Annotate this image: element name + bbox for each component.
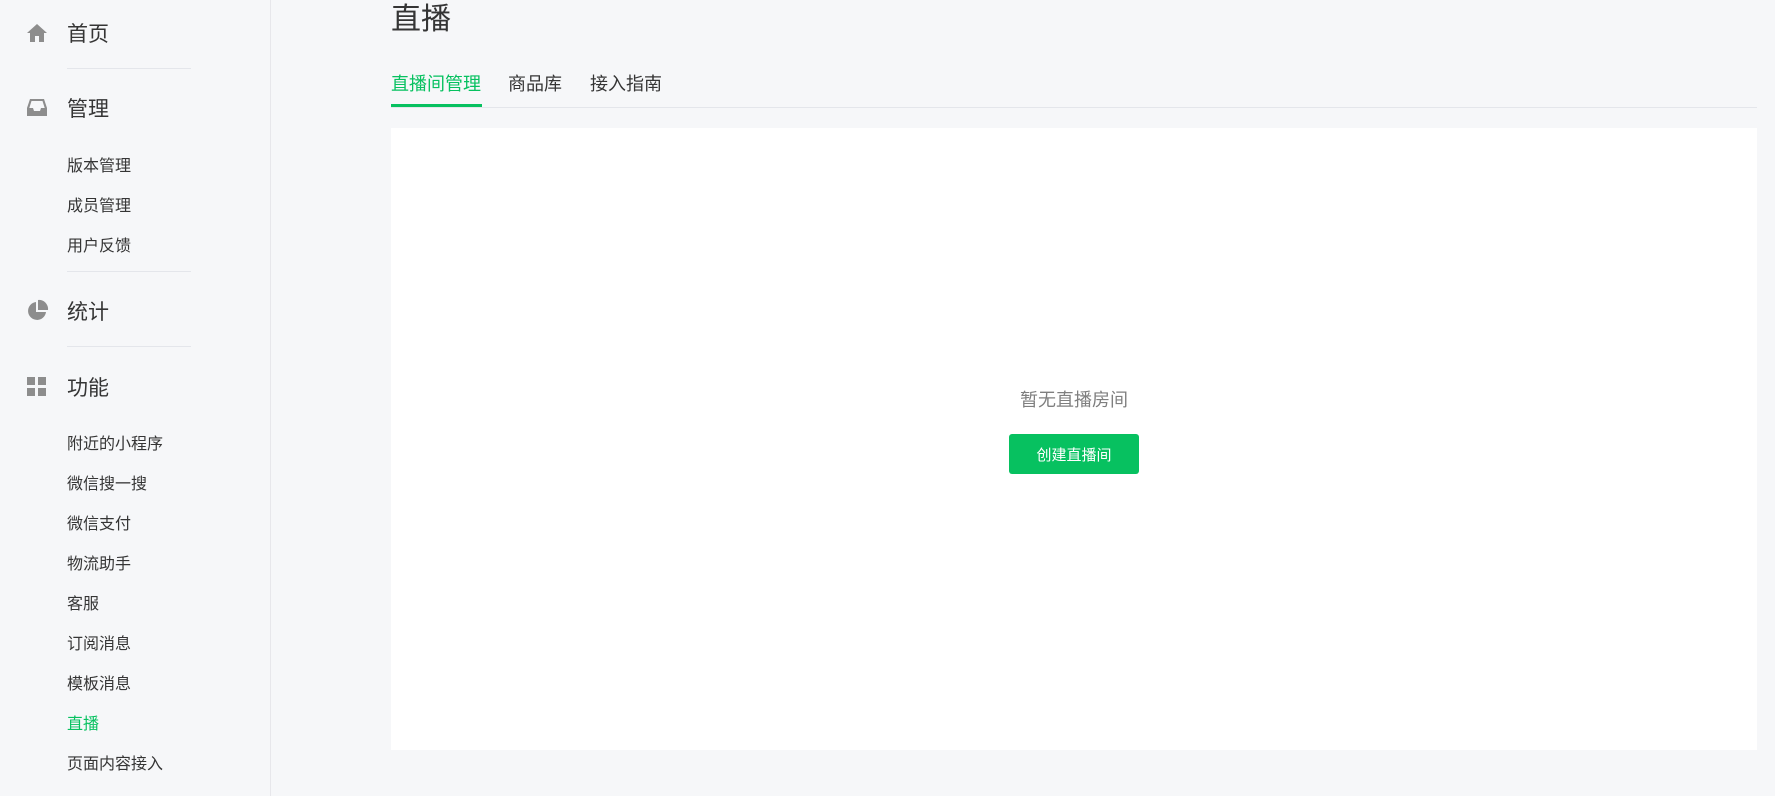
- sidebar-divider: [67, 68, 191, 69]
- live-room-panel: 暂无直播房间 创建直播间: [391, 128, 1757, 750]
- sidebar-item-live[interactable]: 直播: [67, 710, 99, 734]
- active-tab-indicator: [391, 104, 482, 107]
- empty-state-text: 暂无直播房间: [1020, 390, 1128, 411]
- sidebar-item-member-management[interactable]: 成员管理: [67, 192, 131, 216]
- sidebar-item-wechat-pay[interactable]: 微信支付: [67, 510, 131, 534]
- tab-integration-guide[interactable]: 接入指南: [590, 70, 662, 96]
- sidebar-group-features[interactable]: 功能: [0, 367, 270, 407]
- tab-live-room-management[interactable]: 直播间管理: [391, 70, 481, 96]
- create-live-room-button[interactable]: 创建直播间: [1009, 434, 1139, 474]
- sidebar-divider: [67, 271, 191, 272]
- sidebar-item-subscription-messages[interactable]: 订阅消息: [67, 630, 131, 654]
- pie-chart-icon: [25, 299, 49, 323]
- sidebar-item-template-messages[interactable]: 模板消息: [67, 670, 131, 694]
- sidebar-item-customer-service[interactable]: 客服: [67, 590, 99, 614]
- page-title: 直播: [391, 2, 451, 37]
- sidebar-item-page-content-access[interactable]: 页面内容接入: [67, 750, 163, 774]
- sidebar-stats-label: 统计: [67, 300, 109, 324]
- sidebar-item-home[interactable]: 首页: [0, 13, 270, 53]
- sidebar-item-version-management[interactable]: 版本管理: [67, 152, 131, 176]
- sidebar-group-manage[interactable]: 管理: [0, 88, 270, 128]
- sidebar-item-wechat-search[interactable]: 微信搜一搜: [67, 470, 147, 494]
- sidebar-divider: [67, 346, 191, 347]
- sidebar-home-label: 首页: [67, 22, 109, 46]
- inbox-icon: [25, 96, 49, 120]
- sidebar-manage-label: 管理: [67, 97, 109, 121]
- sidebar-item-nearby-mini-programs[interactable]: 附近的小程序: [67, 430, 163, 454]
- sidebar-item-user-feedback[interactable]: 用户反馈: [67, 232, 131, 256]
- grid-icon: [25, 375, 49, 399]
- tab-bar: 直播间管理 商品库 接入指南: [391, 64, 1757, 108]
- sidebar-item-logistics-assistant[interactable]: 物流助手: [67, 550, 131, 574]
- sidebar-item-stats[interactable]: 统计: [0, 291, 270, 331]
- home-icon: [25, 21, 49, 45]
- sidebar: 首页 管理 版本管理 成员管理 用户反馈 统计 功能 附近的小程序 微信搜一搜 …: [0, 0, 271, 796]
- sidebar-features-label: 功能: [67, 376, 109, 400]
- tab-product-library[interactable]: 商品库: [508, 70, 562, 96]
